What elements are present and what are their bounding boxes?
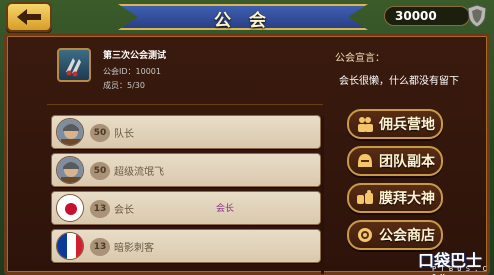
member-name: 超级流氓飞 [114,167,164,178]
worship-icon [355,188,375,208]
divider [47,104,323,105]
helmet-icon [355,151,375,171]
member-level: 13 [90,238,110,256]
notice-text: 会长很懒，什么都没有留下 [339,76,459,87]
guild-shop-button[interactable]: 公会商店 [347,220,443,250]
guild-id: 公会ID：10001 [103,67,161,76]
member-level: 50 [90,124,110,142]
watermark-sub: P T B U S . C O M [432,265,487,275]
guild-emblem-icon [57,48,91,82]
member-role: 会长 [216,204,235,214]
mercenary-camp-button[interactable]: 佣兵营地 [347,109,443,139]
guild-shop-label: 公会商店 [379,228,435,244]
title-banner: 公 会 [118,0,368,32]
team-dungeon-button[interactable]: 团队副本 [347,146,443,176]
member-level: 50 [90,162,110,180]
worship-button[interactable]: 膜拜大神 [347,183,443,213]
shield-icon[interactable] [466,3,488,29]
knight-avatar-icon [56,118,84,146]
member-name: 会长 [114,205,134,216]
guild-panel: 第三次公会测试 公会ID：10001 成员：5/30 公会宣言： 会长很懒，什么… [4,33,490,275]
member-list[interactable]: 50 队长 50 超级流氓飞 13 会长 会长 13 暗影刺客 [51,111,327,275]
guild-name: 第三次公会测试 [103,51,167,61]
watermark-logo: 口袋巴士 P T B U S . C O M [418,247,492,275]
member-row[interactable]: 13 暗影刺客 [51,229,321,263]
japan-flag-avatar-icon [56,194,84,222]
worship-label: 膜拜大神 [379,191,435,207]
gold-counter: 30000 [384,6,470,26]
shop-icon [355,225,375,245]
france-flag-avatar-icon [56,232,84,260]
notice-title: 公会宣言： [335,53,385,64]
back-arrow-icon [17,9,41,25]
member-row[interactable]: 13 会长 会长 [51,191,321,225]
back-button[interactable] [6,2,52,32]
team-dungeon-label: 团队副本 [379,154,435,170]
member-row[interactable]: 50 超级流氓飞 [51,153,321,187]
page-title: 公 会 [214,11,272,31]
member-name: 暗影刺客 [114,243,154,254]
member-name: 队长 [114,129,134,140]
member-level: 13 [90,200,110,218]
mercenary-icon [355,114,375,134]
member-list-scrollbar[interactable] [321,116,324,274]
knight-avatar-icon [56,156,84,184]
mercenary-camp-label: 佣兵营地 [379,117,435,133]
guild-info: 第三次公会测试 公会ID：10001 成员：5/30 [47,44,317,108]
member-row[interactable]: 50 队长 [51,115,321,149]
guild-member-count: 成员：5/30 [103,81,145,90]
